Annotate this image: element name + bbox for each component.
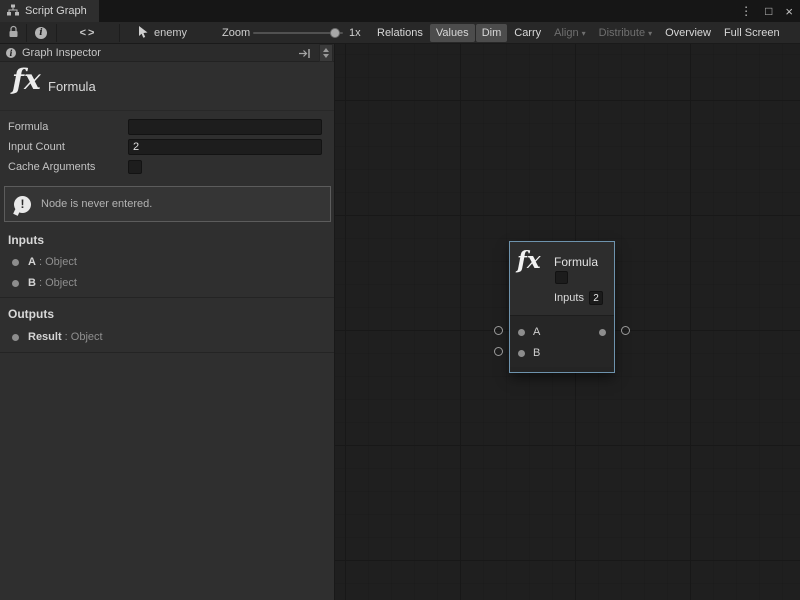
lock-button[interactable] (4, 22, 22, 44)
formula-field-label: Formula (8, 119, 48, 135)
outputs-heading: Outputs (8, 307, 54, 321)
connection-ring-input-b[interactable] (494, 347, 503, 356)
window-controls: ⋮ □ × (740, 0, 793, 22)
chevron-down-icon: ▾ (648, 29, 652, 38)
node-formula-checkbox[interactable] (555, 271, 568, 284)
cache-arguments-label: Cache Arguments (8, 159, 95, 175)
formula-node[interactable]: fx Formula Inputs 2 A B (510, 242, 614, 372)
unit-header: fx Formula (0, 62, 334, 111)
values-button[interactable]: Values (430, 24, 475, 42)
input-port-a[interactable] (518, 329, 525, 336)
graph-inspector-title: Graph Inspector (22, 47, 101, 59)
distribute-dropdown[interactable]: Distribute ▾ (593, 24, 658, 42)
formula-node-ports: A B (510, 315, 614, 367)
formula-fx-icon: fx (12, 63, 41, 96)
node-port-row-b: B (510, 343, 614, 363)
toolbar: i <> enemy Zoom 1x Relations Values Dim … (0, 22, 800, 44)
info-icon: i (35, 27, 47, 39)
graph-owner-breadcrumb[interactable]: enemy (138, 22, 187, 44)
connection-ring-input-a[interactable] (494, 326, 503, 335)
toolbar-separator (56, 24, 57, 42)
formula-fx-icon: fx (517, 247, 541, 274)
scroll-up-icon[interactable] (323, 48, 329, 52)
port-dot-icon (12, 334, 19, 341)
input-count-input[interactable] (128, 139, 322, 155)
node-inputs-row: Inputs 2 (554, 291, 603, 305)
window-tab-bar: Script Graph ⋮ □ × (0, 0, 800, 22)
input-count-label: Input Count (8, 139, 65, 155)
pointer-icon (138, 26, 149, 41)
graph-inspector-header: i Graph Inspector (0, 44, 334, 62)
zoom-slider[interactable] (253, 32, 343, 34)
output-port-result[interactable] (599, 329, 606, 336)
port-dot-icon (12, 280, 19, 287)
unit-title: Formula (48, 79, 96, 94)
section-divider (0, 297, 334, 298)
toolbar-separator (119, 24, 120, 42)
toolbar-button-row: Relations Values Dim Carry Align ▾ Distr… (371, 22, 786, 44)
formula-node-header: fx Formula Inputs 2 (510, 242, 614, 315)
maximize-icon[interactable]: □ (765, 4, 772, 18)
graph-owner-label: enemy (154, 27, 187, 39)
input-port-row-b: B : Object (0, 273, 334, 293)
script-graph-icon (7, 4, 19, 19)
node-port-row-a: A (510, 322, 614, 342)
graph-canvas[interactable]: fx Formula Inputs 2 A B (335, 44, 800, 600)
zoom-label: Zoom (222, 22, 250, 44)
dim-button[interactable]: Dim (476, 24, 508, 42)
warning-icon: ! (14, 196, 31, 213)
align-dropdown[interactable]: Align ▾ (548, 24, 591, 42)
overview-button[interactable]: Overview (659, 24, 717, 42)
scroll-down-icon[interactable] (323, 54, 329, 58)
input-port-row-a: A : Object (0, 252, 334, 272)
carry-button[interactable]: Carry (508, 24, 547, 42)
inputs-heading: Inputs (8, 233, 44, 247)
panel-scroll-spinner[interactable] (319, 44, 333, 62)
lock-icon (8, 25, 19, 41)
node-title: Formula (554, 255, 598, 269)
relations-button[interactable]: Relations (371, 24, 429, 42)
node-inputs-label: Inputs (554, 292, 584, 304)
cache-arguments-checkbox[interactable] (128, 160, 142, 174)
connection-ring-output[interactable] (621, 326, 630, 335)
node-footer (510, 367, 614, 372)
info-icon: i (6, 48, 16, 58)
toolbar-separator (26, 24, 27, 42)
window-menu-icon[interactable]: ⋮ (740, 4, 752, 18)
formula-input[interactable] (128, 119, 322, 135)
dock-panel-icon[interactable] (298, 48, 311, 59)
port-dot-icon (12, 259, 19, 266)
graph-inspector-panel: i Graph Inspector fx Formula Formula Inp… (0, 44, 335, 600)
zoom-value: 1x (349, 22, 361, 44)
fullscreen-button[interactable]: Full Screen (718, 24, 786, 42)
output-port-row-result: Result : Object (0, 327, 334, 347)
code-icon: <> (80, 27, 97, 39)
close-icon[interactable]: × (785, 4, 793, 19)
chevron-down-icon: ▾ (582, 29, 586, 38)
code-view-button[interactable]: <> (60, 22, 116, 44)
zoom-slider-handle[interactable] (330, 28, 340, 38)
tab-label: Script Graph (25, 5, 87, 17)
node-input-count-field[interactable]: 2 (589, 291, 603, 305)
section-divider (0, 352, 334, 353)
inspector-toggle-button[interactable]: i (31, 22, 51, 44)
input-port-b[interactable] (518, 350, 525, 357)
warning-box: ! Node is never entered. (4, 186, 331, 222)
tab-script-graph[interactable]: Script Graph (0, 0, 99, 22)
warning-text: Node is never entered. (41, 198, 152, 210)
